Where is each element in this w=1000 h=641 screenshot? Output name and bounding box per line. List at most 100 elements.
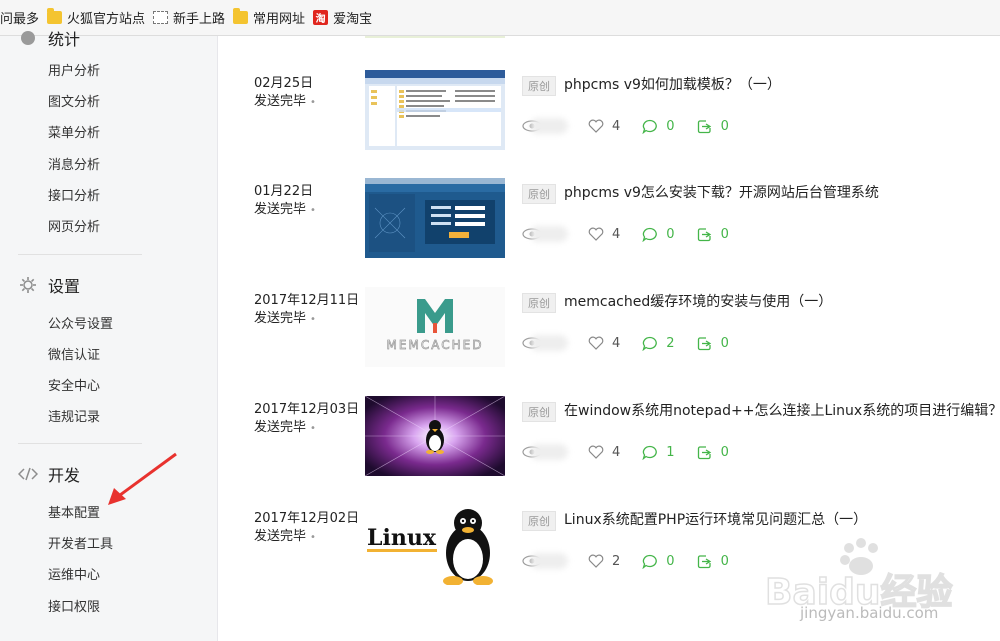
like-value: 4 — [612, 444, 621, 460]
section-stats-header[interactable]: 统计 — [18, 26, 80, 50]
article-row: 2017年12月03日 发送完毕 • 原创 在window系统用notepad+… — [219, 396, 1000, 506]
article-status: 发送完毕 • — [254, 525, 316, 544]
share-icon — [697, 445, 711, 459]
sidebar-item-api-analysis[interactable]: 接口分析 — [48, 185, 100, 204]
sidebar-item-api-permissions[interactable]: 接口权限 — [48, 596, 100, 615]
article-thumbnail[interactable] — [365, 396, 505, 476]
share-count: 0 — [697, 445, 729, 460]
article-title[interactable]: 在window系统用notepad++怎么连接上Linux系统的项目进行编辑？ — [564, 400, 1000, 420]
section-title: 设置 — [48, 277, 81, 296]
article-date: 02月25日 — [254, 76, 314, 91]
article-title[interactable]: Linux系统配置PHP运行环境常见问题汇总（一） — [564, 509, 867, 529]
status-dot-icon: • — [310, 423, 316, 434]
comment-value: 0 — [666, 226, 675, 242]
article-status: 发送完毕 • — [254, 416, 316, 435]
sidebar-item-article-analysis[interactable]: 图文分析 — [48, 91, 100, 110]
comment-icon — [642, 445, 658, 460]
article-status: 发送完毕 • — [254, 307, 316, 326]
share-count: 0 — [697, 336, 729, 351]
article-row: 01月22日 发送完毕 • 原创 phpcms v9怎么安装下载？开源网站后台管理… — [219, 178, 1000, 288]
article-thumbnail[interactable] — [365, 70, 505, 150]
comment-value: 0 — [666, 118, 675, 134]
heart-icon — [588, 227, 604, 241]
watermark-url: jingyan.baidu.com — [800, 604, 939, 622]
bookmark-getting-started[interactable]: 新手上路 — [153, 0, 225, 36]
like-count: 4 — [588, 445, 620, 460]
article-stats: 4 0 0 — [522, 224, 751, 244]
bookmark-label: 新手上路 — [173, 12, 226, 27]
bookmark-common-sites[interactable]: 常用网址 — [233, 0, 305, 36]
status-dot-icon: • — [310, 314, 316, 325]
dotted-page-icon — [153, 11, 169, 24]
sidebar-item-developer-tools[interactable]: 开发者工具 — [48, 533, 113, 552]
sidebar-item-violation-records[interactable]: 违规记录 — [48, 406, 100, 425]
original-badge: 原创 — [522, 76, 556, 96]
comment-value: 0 — [666, 553, 675, 569]
code-icon — [18, 464, 38, 484]
share-icon — [697, 227, 711, 241]
article-status: 发送完毕 • — [254, 90, 316, 109]
sidebar-item-message-analysis[interactable]: 消息分析 — [48, 154, 100, 173]
sidebar-item-wechat-verify[interactable]: 微信认证 — [48, 344, 100, 363]
article-title[interactable]: phpcms v9如何加载模板？（一） — [564, 74, 781, 94]
comment-icon — [642, 336, 658, 351]
section-title: 开发 — [48, 466, 81, 485]
sidebar-item-menu-analysis[interactable]: 菜单分析 — [48, 122, 100, 141]
article-title[interactable]: memcached缓存环境的安装与使用（一） — [564, 291, 832, 311]
original-badge: 原创 — [522, 184, 556, 204]
sidebar-item-webpage-analysis[interactable]: 网页分析 — [48, 216, 100, 235]
share-value: 0 — [720, 553, 729, 569]
article-thumbnail[interactable] — [365, 178, 505, 258]
sidebar-item-basic-config[interactable]: 基本配置 — [48, 502, 100, 521]
like-value: 2 — [612, 553, 621, 569]
status-text: 发送完毕 — [254, 529, 307, 544]
comment-icon — [642, 119, 658, 134]
share-icon — [697, 336, 711, 350]
section-settings-header[interactable]: 设置 — [18, 273, 80, 297]
share-count: 0 — [697, 227, 729, 242]
comment-count: 0 — [642, 118, 675, 134]
like-count: 4 — [588, 119, 620, 134]
read-count — [522, 551, 568, 571]
memcached-text: MEMCACHED — [387, 338, 484, 352]
original-badge: 原创 — [522, 293, 556, 313]
article-date: 2017年12月11日 — [254, 293, 360, 308]
share-value: 0 — [720, 118, 729, 134]
share-icon — [697, 554, 711, 568]
section-dev-header[interactable]: 开发 — [18, 462, 80, 486]
sidebar-item-security-center[interactable]: 安全中心 — [48, 375, 100, 394]
bookmark-label: 火狐官方站点 — [67, 12, 146, 27]
comment-count: 2 — [642, 336, 675, 351]
sidebar-item-ops-center[interactable]: 运维中心 — [48, 564, 100, 583]
read-count — [522, 442, 568, 462]
status-text: 发送完毕 — [254, 420, 307, 435]
like-value: 4 — [612, 335, 621, 351]
heart-icon — [588, 336, 604, 350]
read-count — [522, 116, 568, 136]
article-stats: 4 2 0 — [522, 333, 751, 353]
like-count: 4 — [588, 227, 620, 242]
status-dot-icon: • — [310, 532, 316, 543]
bookmark-ai-taobao[interactable]: 淘 爱淘宝 — [313, 0, 372, 36]
article-title[interactable]: phpcms v9怎么安装下载？开源网站后台管理系统 — [564, 182, 879, 202]
status-text: 发送完毕 — [254, 311, 307, 326]
article-date: 2017年12月03日 — [254, 402, 360, 417]
article-stats: 4 1 0 — [522, 442, 751, 462]
bookmark-label: 爱淘宝 — [333, 12, 373, 27]
share-value: 0 — [720, 335, 729, 351]
section-title: 统计 — [48, 30, 81, 49]
sidebar-item-account-settings[interactable]: 公众号设置 — [48, 313, 113, 332]
article-thumbnail[interactable]: Linux — [365, 505, 505, 585]
status-text: 发送完毕 — [254, 94, 307, 109]
status-dot-icon: • — [310, 97, 316, 108]
share-value: 0 — [720, 226, 729, 242]
divider — [18, 443, 142, 444]
comment-count: 0 — [642, 553, 675, 569]
article-stats: 2 0 0 — [522, 551, 751, 571]
original-badge: 原创 — [522, 402, 556, 422]
comment-value: 1 — [666, 444, 675, 460]
article-thumbnail[interactable]: MEMCACHED — [365, 287, 505, 367]
article-status: 发送完毕 • — [254, 198, 316, 217]
sidebar-item-user-analysis[interactable]: 用户分析 — [48, 60, 100, 79]
stats-icon — [18, 28, 38, 48]
